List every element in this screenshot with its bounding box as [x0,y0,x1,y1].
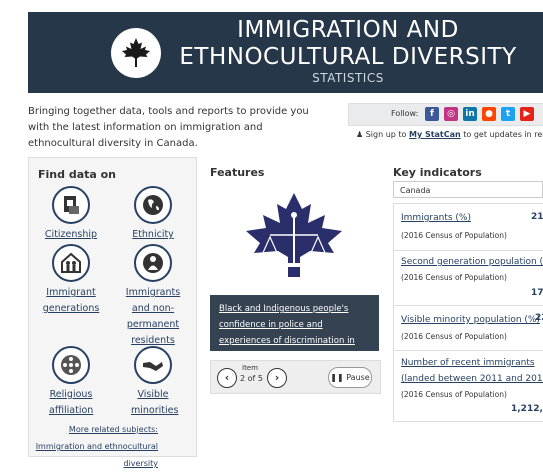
indicator-value: 21 [531,212,543,222]
follow-bar: Follow: f ◎ in ● t ▶ [348,103,543,126]
previous-button[interactable]: ‹ [217,368,237,388]
person-icon: ♟ [356,130,364,139]
carousel-controls: ‹ Item 2 of 5 › ❚❚ Pause [210,360,381,394]
page-title-line2: ETHNOCULTURAL DIVERSITY [179,44,517,70]
indicator-link[interactable]: Visible minority population (%) [401,312,540,328]
find-item-religious-affiliation[interactable]: Religious affiliation [31,346,111,419]
pause-label: Pause [346,373,370,382]
next-button[interactable]: › [267,368,287,388]
indicator-source: (2016 Census of Population) [401,231,507,240]
feature-caption-link[interactable]: Black and Indigenous people's confidence… [219,301,374,365]
pause-icon: ❚❚ [330,373,344,382]
find-item-label: Visible minorities [131,389,179,416]
find-item-label: Religious affiliation [49,389,94,416]
follow-label: Follow: [391,109,419,118]
indicator-source: (2016 Census of Population) [401,390,507,399]
indicator-link-line2[interactable]: (landed between 2011 and 2016) [401,371,543,387]
twitter-icon[interactable]: t [501,107,515,121]
find-item-immigrant-generations[interactable]: Immigrant generations [31,244,111,317]
feature-image[interactable] [210,185,379,295]
religious-symbols-icon [52,346,90,384]
maple-leaf-icon [111,28,161,78]
globe-icon [134,186,172,224]
find-item-label: Immigrants and non-permanent residents [125,287,181,346]
signup-prefix: Sign up to [365,130,409,139]
indicator-item: Number of recent immigrants (landed betw… [394,351,543,421]
signup-line: ♟ Sign up to My StatCan to get updates i… [356,130,543,139]
indicator-link[interactable]: Immigrants (%) [401,210,471,226]
feature-caption[interactable]: Black and Indigenous people's confidence… [210,295,379,362]
find-item-label: Citizenship [44,229,98,240]
signup-suffix: to get updates in real-t [463,130,543,139]
find-item-label: Immigrant generations [42,287,100,314]
page-title-line1: IMMIGRATION AND [237,17,459,43]
reddit-icon[interactable]: ● [482,107,496,121]
youtube-icon[interactable]: ▶ [520,107,534,121]
region-select[interactable]: Canada [393,181,543,198]
intro-text: Bringing together data, tools and report… [28,106,309,149]
carousel-item-label: Item [242,364,258,372]
find-item-immigrants-nonpermanent[interactable]: Immigrants and non-permanent residents [113,244,193,349]
handshake-icon [134,346,172,384]
indicator-source: (2016 Census of Population) [401,332,507,341]
find-data-panel: Find data on Citizenship Ethnicity Immig… [28,157,197,457]
pause-button[interactable]: ❚❚ Pause [328,367,372,388]
key-indicators-list: Immigrants (%) (2016 Census of Populatio… [393,203,543,422]
linkedin-icon[interactable]: in [463,107,477,121]
indicator-item: Second generation population (% (2016 Ce… [394,251,543,306]
indicator-link[interactable]: Second generation population (% [401,254,543,270]
carousel-item-count: 2 of 5 [240,374,263,383]
justice-maple-leaf-icon [246,193,342,277]
indicator-item: Visible minority population (%) (2016 Ce… [394,306,543,351]
indicator-value: 1,212,0 [511,404,543,414]
facebook-icon[interactable]: f [425,107,439,121]
indicator-value: 22 [535,313,543,323]
indicator-source: (2016 Census of Population) [401,273,507,282]
page-subtitle: STATISTICS [312,71,384,85]
find-item-visible-minorities[interactable]: Visible minorities [113,346,193,419]
features-title: Features [210,166,265,179]
globe-person-icon [134,244,172,282]
passport-icon [52,186,90,224]
find-item-label: Ethnicity [132,229,174,240]
find-data-title: Find data on [38,168,117,181]
indicator-value: 17 [531,288,543,298]
more-related-subjects-link[interactable]: More related subjects: Immigration and e… [18,421,158,472]
indicator-link-line1[interactable]: Number of recent immigrants [401,355,535,371]
indicator-item: Immigrants (%) (2016 Census of Populatio… [394,204,543,251]
find-item-citizenship[interactable]: Citizenship [31,186,111,243]
key-indicators-title: Key indicators [393,166,482,179]
family-house-icon [52,244,90,282]
site-banner: IMMIGRATION AND ETHNOCULTURAL DIVERSITY … [28,12,543,93]
instagram-icon[interactable]: ◎ [444,107,458,121]
find-item-ethnicity[interactable]: Ethnicity [113,186,193,243]
my-statcan-link[interactable]: My StatCan [409,130,461,139]
